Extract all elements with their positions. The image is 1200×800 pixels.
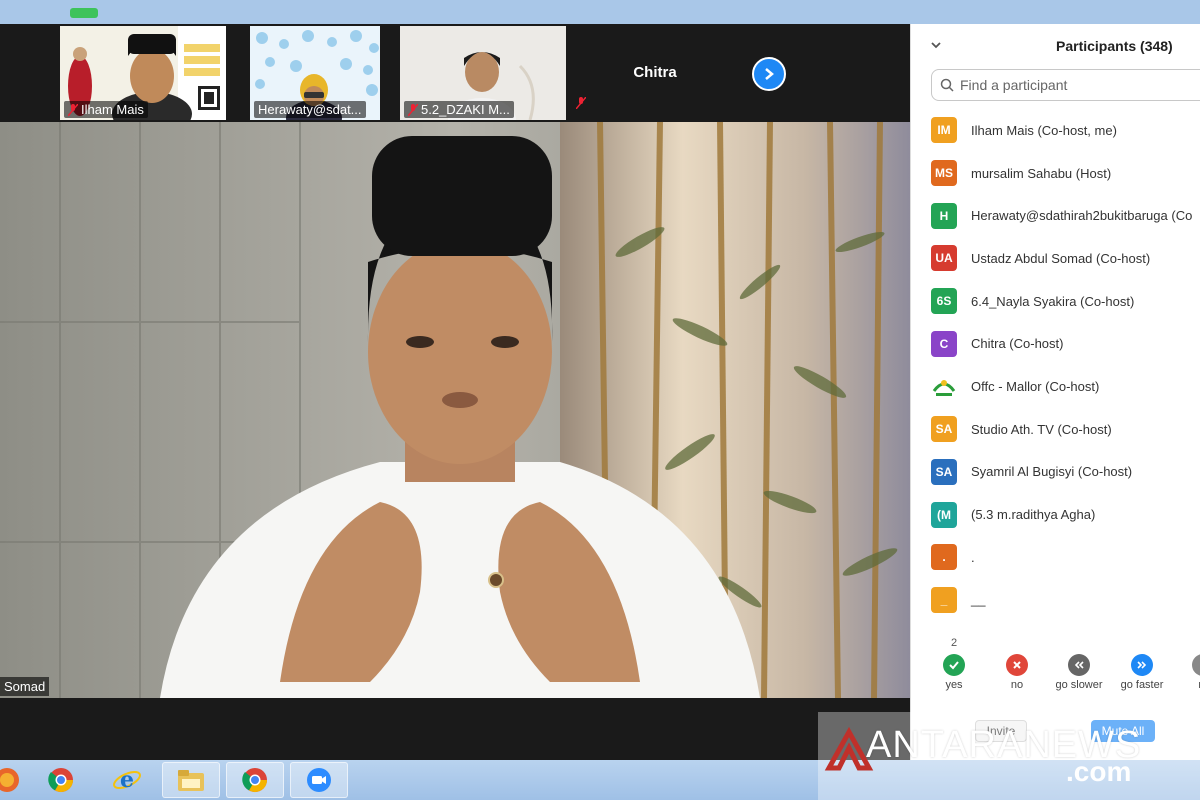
participant-name: Chitra (Co-host) bbox=[971, 336, 1064, 352]
share-indicator bbox=[70, 8, 98, 18]
participant-name: Studio Ath. TV (Co-host) bbox=[971, 421, 1112, 437]
muted-mic-icon bbox=[407, 103, 419, 116]
next-page-button[interactable] bbox=[752, 57, 786, 91]
folder-icon[interactable] bbox=[162, 762, 220, 798]
thumbnail-name: Chitra bbox=[633, 64, 677, 81]
participant-row[interactable]: SA Syamril Al Bugisyi (Co-host) bbox=[911, 451, 1200, 494]
participant-name: __ bbox=[971, 592, 986, 608]
participant-row[interactable]: Offc - Mallor (Co-host) bbox=[911, 365, 1200, 408]
participant-row[interactable]: H Herawaty@sdathirah2bukitbaruga (Co bbox=[911, 194, 1200, 237]
check-icon bbox=[943, 654, 965, 676]
participant-row[interactable]: 6S 6.4_Nayla Syakira (Co-host) bbox=[911, 280, 1200, 323]
window-chrome bbox=[0, 0, 1200, 24]
search-input[interactable] bbox=[960, 77, 1190, 93]
participant-name: mursalim Sahabu (Host) bbox=[971, 165, 1112, 181]
participant-avatar: IM bbox=[931, 117, 957, 144]
thumbnail-name: 5.2_DZAKI M... bbox=[421, 102, 510, 117]
speaker-name-label: Somad bbox=[0, 677, 50, 696]
chrome-icon[interactable] bbox=[32, 762, 90, 798]
watermark-suffix: .com bbox=[1066, 756, 1132, 787]
participant-name: Ilham Mais (Co-host, me) bbox=[971, 122, 1117, 138]
participant-row[interactable]: _ __ bbox=[911, 579, 1200, 622]
participant-name: Herawaty@sdathirah2bukitbaruga (Co bbox=[971, 208, 1193, 224]
fast-forward-icon bbox=[1131, 654, 1153, 676]
reaction-more[interactable]: m bbox=[1173, 654, 1200, 691]
participant-row[interactable]: UA Ustadz Abdul Somad (Co-host) bbox=[911, 237, 1200, 280]
rewind-icon bbox=[1068, 654, 1090, 676]
thumbnail-dzaki[interactable]: 5.2_DZAKI M... bbox=[400, 26, 566, 120]
thumbnail-ilham-mais[interactable]: Ilham Mais bbox=[60, 26, 226, 120]
thumbnail-name: Herawaty@sdat... bbox=[258, 102, 362, 117]
reaction-go-slower[interactable]: go slower bbox=[1049, 654, 1109, 691]
firefox-icon[interactable] bbox=[0, 762, 36, 798]
ie-icon[interactable]: e bbox=[98, 762, 156, 798]
participant-avatar: 6S bbox=[931, 288, 957, 315]
zoom-icon[interactable] bbox=[290, 762, 348, 798]
participant-row[interactable]: SA Studio Ath. TV (Co-host) bbox=[911, 408, 1200, 451]
participant-name: (5.3 m.radithya Agha) bbox=[971, 507, 1096, 523]
thumbnail-name: Ilham Mais bbox=[81, 102, 144, 117]
yes-count: 2 bbox=[951, 637, 958, 649]
thumbnail-chitra[interactable]: Chitra bbox=[570, 26, 740, 120]
participant-logo-avatar bbox=[931, 373, 957, 400]
reaction-no[interactable]: no bbox=[987, 654, 1047, 691]
participant-row[interactable]: C Chitra (Co-host) bbox=[911, 322, 1200, 365]
video-area: Ilham Mais Herawaty@sdat... 5.2_DZAKI M.… bbox=[0, 24, 910, 760]
participant-row[interactable]: IM Ilham Mais (Co-host, me) bbox=[911, 109, 1200, 152]
participant-row[interactable]: (M (5.3 m.radithya Agha) bbox=[911, 493, 1200, 536]
thumbnail-strip: Ilham Mais Herawaty@sdat... 5.2_DZAKI M.… bbox=[0, 24, 910, 122]
panel-title: Participants (348) bbox=[1056, 38, 1173, 54]
participant-avatar: _ bbox=[931, 586, 957, 613]
x-icon bbox=[1006, 654, 1028, 676]
participant-name: . bbox=[971, 549, 975, 565]
participant-avatar: C bbox=[931, 330, 957, 357]
participant-avatar: UA bbox=[931, 245, 957, 272]
nonverbal-feedback-bar: 2 yes no go slower go faster bbox=[911, 634, 1200, 704]
speaker-video-frame bbox=[0, 122, 910, 698]
panel-header: Participants (348) bbox=[911, 24, 1200, 68]
zoom-window: Ilham Mais Herawaty@sdat... 5.2_DZAKI M.… bbox=[0, 0, 1200, 800]
participant-name: 6.4_Nayla Syakira (Co-host) bbox=[971, 293, 1135, 309]
chrome-icon[interactable] bbox=[226, 762, 284, 798]
muted-mic-icon bbox=[575, 96, 587, 114]
reaction-go-faster[interactable]: go faster bbox=[1112, 654, 1172, 691]
chevron-right-icon bbox=[765, 68, 774, 80]
participant-avatar: SA bbox=[931, 458, 957, 485]
thumbnail-herawaty[interactable]: Herawaty@sdat... bbox=[250, 26, 416, 120]
participant-name: Syamril Al Bugisyi (Co-host) bbox=[971, 464, 1133, 480]
participant-avatar: MS bbox=[931, 160, 957, 187]
participants-panel: Participants (348) IM Ilham Mais (Co-host… bbox=[910, 24, 1200, 760]
participant-name: Ustadz Abdul Somad (Co-host) bbox=[971, 250, 1151, 266]
participant-avatar: . bbox=[931, 544, 957, 571]
muted-mic-icon bbox=[67, 103, 79, 116]
participant-avatar: SA bbox=[931, 416, 957, 443]
participant-name: Offc - Mallor (Co-host) bbox=[971, 378, 1100, 394]
watermark-antaranews: ANTARANEWS .com bbox=[818, 712, 1200, 800]
participant-list: IM Ilham Mais (Co-host, me) MS mursalim Sah… bbox=[911, 109, 1200, 621]
svg-text:e: e bbox=[120, 767, 134, 793]
chevron-down-icon[interactable] bbox=[929, 38, 943, 52]
main-speaker-video bbox=[0, 122, 910, 698]
search-icon bbox=[940, 78, 954, 92]
participant-avatar: (M bbox=[931, 501, 957, 528]
participant-avatar: H bbox=[931, 202, 957, 229]
participant-row[interactable]: MS mursalim Sahabu (Host) bbox=[911, 152, 1200, 195]
reaction-yes[interactable]: yes bbox=[924, 654, 984, 691]
more-icon bbox=[1192, 654, 1200, 676]
participant-search[interactable] bbox=[931, 69, 1200, 101]
participant-row[interactable]: .. bbox=[911, 536, 1200, 579]
